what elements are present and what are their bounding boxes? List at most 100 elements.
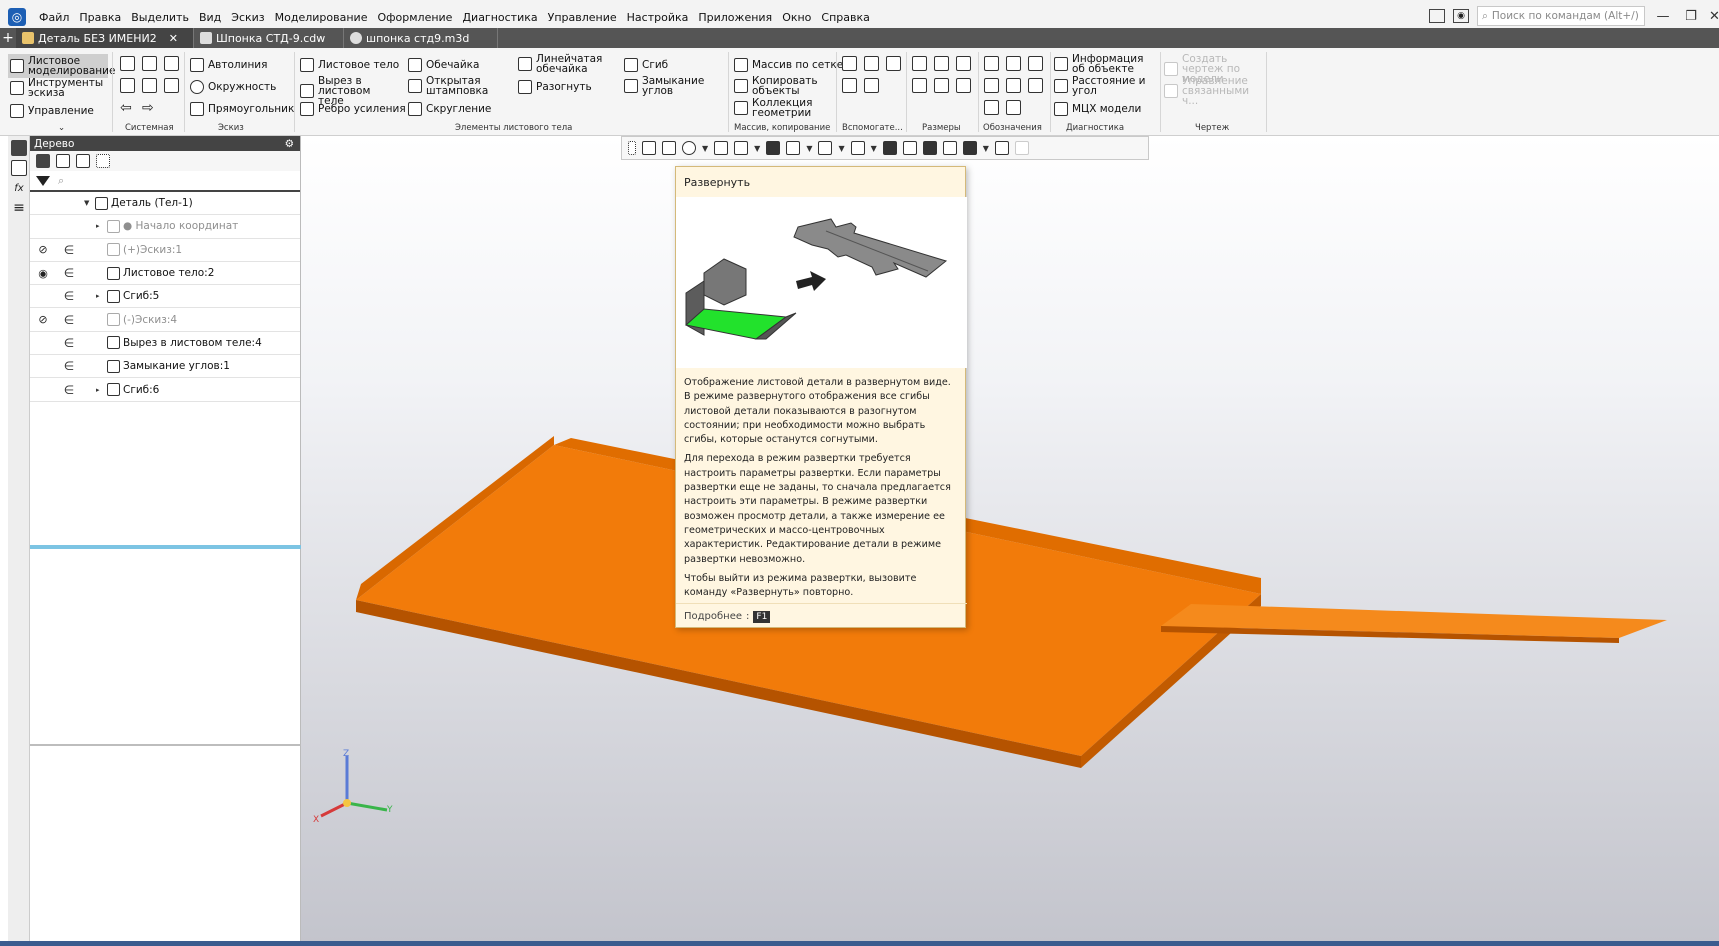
radial-dimension-icon[interactable] [934, 56, 949, 71]
tree-row[interactable]: ⊘ ∈ (+)Эскиз:1 [30, 239, 300, 262]
menu-item[interactable]: Управление [543, 11, 622, 24]
sheet-metal-part[interactable] [301, 136, 1719, 946]
command-search-input[interactable]: ⌕ Поиск по командам (Alt+/) [1477, 6, 1645, 26]
tree-row[interactable]: ⊘ ∈ (-)Эскиз:4 [30, 308, 300, 332]
menu-item[interactable]: Окно [777, 11, 816, 24]
tree-node[interactable]: Замыкание углов:1 [82, 359, 230, 373]
expand-caret-icon[interactable]: ▸ [96, 292, 104, 300]
tree-selection-icon[interactable] [96, 154, 110, 168]
undo-icon[interactable]: ⇦ [120, 100, 135, 116]
linear-dimension-icon[interactable] [912, 56, 927, 71]
hidden-eye-icon[interactable]: ⊘ [30, 243, 56, 256]
menu-item[interactable]: Оформление [372, 11, 457, 24]
roughness-icon[interactable] [1028, 56, 1043, 71]
expand-caret-icon[interactable]: ▸ [96, 386, 104, 394]
tree-node[interactable]: (-)Эскиз:4 [82, 313, 177, 327]
3d-viewport[interactable]: ▼ ▼ ▼ ▼ ▼ ▼ Z Y X [301, 136, 1719, 946]
hidden-eye-icon[interactable]: ⊘ [30, 313, 56, 326]
mirror-icon[interactable] [842, 78, 857, 93]
autoline-button[interactable]: Автолиния [190, 58, 267, 72]
text-icon[interactable] [1006, 100, 1021, 115]
menu-item[interactable]: Настройка [622, 11, 694, 24]
tree-row[interactable]: ▸ ● Начало координат [30, 215, 300, 239]
properties-icon[interactable] [164, 78, 179, 93]
sketch-tools-button[interactable]: Инструменты эскиза [10, 78, 106, 98]
variables-icon[interactable]: fx [11, 180, 27, 196]
tree-row[interactable]: ∈ ▸ Сгиб:6 [30, 378, 300, 402]
properties-panel-icon[interactable] [11, 160, 27, 176]
preview-icon[interactable] [142, 78, 157, 93]
filter-icon[interactable] [36, 175, 50, 186]
distance-angle-button[interactable]: Расстояние и угол [1054, 76, 1156, 96]
tree-filter-row[interactable]: ⌕ [30, 171, 300, 192]
mark-icon[interactable] [1028, 78, 1043, 93]
stiffener-button[interactable]: Ребро усиления [300, 102, 406, 116]
menu-item[interactable]: Выделить [126, 11, 194, 24]
axis-icon[interactable] [864, 56, 879, 71]
bend-button[interactable]: Сгиб [624, 58, 668, 72]
tolerance-icon[interactable] [984, 78, 999, 93]
menu-item[interactable]: Файл [34, 11, 74, 24]
open-stamping-button[interactable]: Открытая штамповка [408, 76, 496, 96]
restore-icon[interactable]: ❐ [1681, 9, 1701, 24]
screenshot-icon[interactable]: ◉ [1453, 9, 1469, 23]
plane-icon[interactable] [842, 56, 857, 71]
manage-linked-button[interactable]: Управление связанными ч... [1164, 76, 1264, 106]
grid-array-button[interactable]: Массив по сетке [734, 58, 843, 72]
rounding-button[interactable]: Скругление [408, 102, 491, 116]
close-window-icon[interactable]: ✕ [1709, 9, 1719, 24]
rectangle-button[interactable]: Прямоугольник [190, 102, 294, 116]
expand-caret-icon[interactable]: ▸ [96, 222, 104, 230]
tree-row[interactable]: ∈ ▸ Сгиб:5 [30, 285, 300, 309]
new-file-icon[interactable] [120, 56, 135, 71]
menu-item[interactable]: Диагностика [457, 11, 542, 24]
panel-layout-icon[interactable] [1429, 9, 1445, 23]
menu-item[interactable]: Справка [816, 11, 874, 24]
tree-node[interactable]: ▸ Сгиб:5 [82, 289, 159, 303]
redo-icon[interactable]: ⇨ [142, 100, 157, 116]
tree-node[interactable]: ▸ ● Начало координат [82, 219, 238, 233]
tab-drawing-cdw[interactable]: Шпонка СТД-9.cdw [194, 28, 344, 48]
menu-item[interactable]: Эскиз [226, 11, 269, 24]
tree-row[interactable]: ◉ ∈ Листовое тело:2 [30, 262, 300, 286]
new-document-icon[interactable]: + [0, 28, 16, 48]
point-icon[interactable] [864, 78, 879, 93]
unbend-button[interactable]: Разогнуть [518, 80, 592, 94]
weld-icon[interactable] [1006, 78, 1021, 93]
copy-objects-button[interactable]: Копировать объекты [734, 76, 818, 96]
tree-node[interactable]: ▸ Сгиб:6 [82, 383, 159, 397]
offset-plane-icon[interactable] [886, 56, 901, 71]
tree-structure-icon[interactable] [36, 154, 50, 168]
circle-button[interactable]: Окружность [190, 80, 276, 94]
leader-icon[interactable] [984, 56, 999, 71]
arc-dimension-icon[interactable] [956, 78, 971, 93]
minimize-icon[interactable]: — [1653, 9, 1673, 24]
tree-node[interactable]: (+)Эскиз:1 [82, 243, 182, 257]
tree-row[interactable]: ∈ Вырез в листовом теле:4 [30, 332, 300, 356]
open-folder-icon[interactable] [142, 56, 157, 71]
tree-row[interactable]: ▼ Деталь (Тел-1) [30, 192, 300, 216]
chamfer-dimension-icon[interactable] [934, 78, 949, 93]
menu-item[interactable]: Приложения [693, 11, 777, 24]
tree-node[interactable]: ▼ Деталь (Тел-1) [82, 196, 193, 210]
mass-properties-button[interactable]: МЦХ модели [1054, 102, 1141, 116]
shell-button[interactable]: Обечайка [408, 58, 479, 72]
angular-dimension-icon[interactable] [956, 56, 971, 71]
object-info-button[interactable]: Информация об объекте [1054, 54, 1156, 74]
tree-history-icon[interactable] [56, 154, 70, 168]
table-icon[interactable] [984, 100, 999, 115]
diameter-dimension-icon[interactable] [912, 78, 927, 93]
close-tab-icon[interactable]: ✕ [169, 32, 178, 45]
sheet-body-button[interactable]: Листовое тело [300, 58, 399, 72]
tree-icon[interactable] [11, 140, 27, 156]
sheet-modeling-button[interactable]: Листовое моделирование [8, 54, 115, 78]
tooltip-more-link[interactable]: Подробнее [684, 611, 742, 622]
datum-icon[interactable] [1006, 56, 1021, 71]
menu-item[interactable]: Моделирование [270, 11, 373, 24]
save-icon[interactable] [164, 56, 179, 71]
corner-closure-button[interactable]: Замыкание углов [624, 76, 708, 96]
gear-icon[interactable]: ⚙ [285, 138, 294, 150]
tab-model-m3d[interactable]: шпонка стд9.m3d [344, 28, 498, 48]
tree-row[interactable]: ∈ Замыкание углов:1 [30, 355, 300, 379]
tree-panel-divider[interactable] [30, 744, 301, 746]
